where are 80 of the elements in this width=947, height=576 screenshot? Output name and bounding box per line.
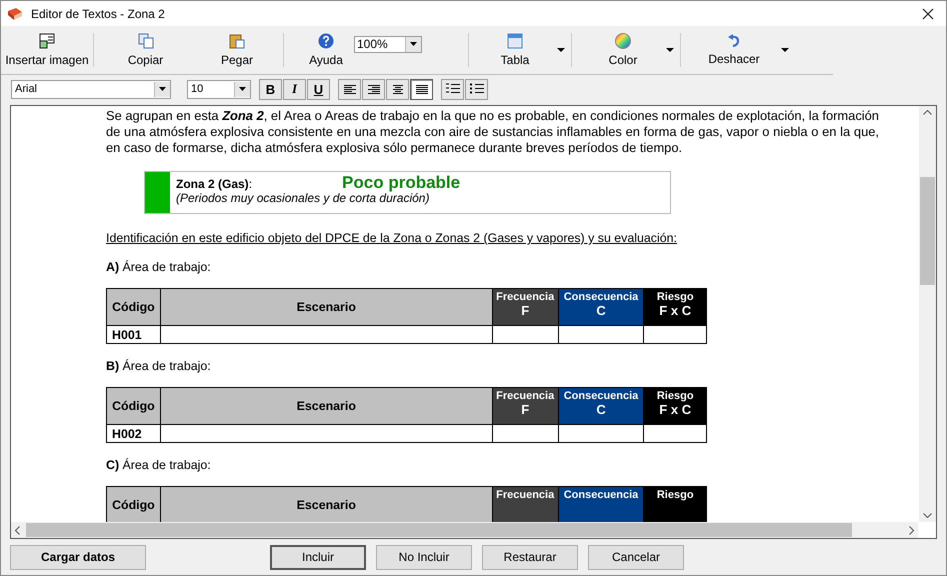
align-center-icon bbox=[392, 84, 404, 94]
format-button[interactable]: I bbox=[283, 78, 306, 100]
close-icon[interactable] bbox=[922, 8, 934, 20]
dropdown-arrow-icon[interactable] bbox=[781, 48, 789, 52]
dropdown-arrow-icon[interactable] bbox=[557, 48, 565, 52]
area-label: B) Área de trabajo: bbox=[106, 359, 212, 373]
font-size-select[interactable]: 10 bbox=[187, 80, 251, 98]
column-header: Frecuencia bbox=[492, 486, 558, 522]
toolbar-button[interactable]: Color bbox=[584, 30, 662, 70]
column-header: Escenario bbox=[160, 486, 492, 522]
zone-note: (Periodos muy ocasionales y de corta duración) bbox=[176, 191, 430, 205]
image-icon bbox=[38, 33, 56, 49]
align-center-button[interactable] bbox=[386, 78, 409, 100]
clipboard-icon bbox=[229, 33, 245, 49]
dropdown-arrow-icon[interactable] bbox=[666, 48, 674, 52]
scroll-thumb[interactable] bbox=[26, 523, 852, 537]
numbered-list-icon bbox=[446, 83, 460, 95]
column-header: Frecuencia F bbox=[492, 388, 558, 424]
window-title: Editor de Textos - Zona 2 bbox=[31, 6, 166, 20]
bulleted-list-button[interactable] bbox=[465, 78, 488, 100]
column-header: Código bbox=[106, 388, 160, 424]
dialog-button[interactable]: Restaurar bbox=[482, 544, 578, 570]
dialog-button[interactable]: Cargar datos bbox=[10, 544, 146, 570]
column-header: Escenario bbox=[160, 388, 492, 424]
dropdown-arrow-icon bbox=[239, 87, 246, 91]
column-header: Riesgo F x C bbox=[644, 288, 706, 326]
column-header: Frecuencia F bbox=[492, 288, 558, 326]
column-header: Código bbox=[106, 288, 160, 326]
align-right-button[interactable] bbox=[362, 78, 385, 100]
scroll-down-icon[interactable] bbox=[923, 513, 932, 518]
format-button[interactable]: B bbox=[259, 78, 282, 100]
copy-icon bbox=[138, 33, 154, 49]
color-wheel-icon bbox=[615, 33, 631, 49]
table-icon bbox=[507, 33, 523, 49]
dropdown-arrow-icon bbox=[159, 87, 166, 91]
align-left-button[interactable] bbox=[338, 78, 361, 100]
probability-label: Poco probable bbox=[342, 175, 460, 191]
toolbar-button[interactable]: Tabla bbox=[477, 30, 553, 70]
dialog-button[interactable]: No Incluir bbox=[376, 544, 472, 570]
table-cell bbox=[492, 326, 558, 344]
table-cell bbox=[644, 326, 706, 344]
align-justify-button[interactable] bbox=[410, 78, 433, 100]
paragraph: Se agrupan en esta Zona 2, el Area o Areas de trabajo en la que no es probable, en condiciones normales de explotación, la formación de una atmósfera explosiva consistente en una mezcla con aire de sustancias inflamables en forma de gas, vapor o niebla o en la que, en caso de formarse, dicha atmósfera explosiva sólo permanece durante breves períodos de tiempo. bbox=[106, 108, 879, 156]
area-label: A) Área de trabajo: bbox=[106, 260, 212, 274]
dialog-button[interactable]: Cancelar bbox=[588, 544, 684, 570]
zone-title: Zona 2 (Gas): bbox=[176, 177, 252, 191]
align-justify-icon bbox=[416, 84, 428, 94]
scroll-left-icon[interactable] bbox=[15, 526, 20, 534]
table-cell: H002 bbox=[106, 424, 160, 442]
table-cell bbox=[644, 424, 706, 442]
column-header: Consecuencia C bbox=[558, 388, 644, 424]
area-label: C) Área de trabajo: bbox=[106, 458, 212, 472]
column-header: Consecuencia bbox=[558, 486, 644, 522]
dialog-button[interactable]: Incluir bbox=[270, 544, 366, 570]
font-select[interactable]: Arial bbox=[11, 80, 171, 98]
toolbar-button[interactable]: Copiar bbox=[98, 30, 193, 70]
zoom-select[interactable]: 100% bbox=[354, 36, 422, 52]
column-header: Riesgo bbox=[644, 486, 706, 522]
vertical-scrollbar[interactable] bbox=[919, 106, 936, 522]
column-header: Escenario bbox=[160, 288, 492, 326]
toolbar-button[interactable]: Insertar imagen bbox=[3, 30, 91, 70]
scroll-thumb[interactable] bbox=[920, 177, 935, 285]
section-heading: Identificación en este edificio objeto del DPCE de la Zona o Zonas 2 (Gases y vapores) y su evaluación: bbox=[106, 231, 678, 245]
align-right-icon bbox=[368, 84, 380, 94]
column-header: Riesgo F x C bbox=[644, 388, 706, 424]
toolbar-button[interactable]: Deshacer bbox=[691, 30, 777, 70]
horizontal-scrollbar[interactable] bbox=[11, 522, 918, 538]
align-left-icon bbox=[344, 84, 356, 94]
scroll-right-icon[interactable] bbox=[909, 526, 914, 534]
column-header: Consecuencia C bbox=[558, 288, 644, 326]
bulleted-list-icon bbox=[470, 83, 484, 95]
undo-icon bbox=[727, 34, 741, 48]
table-cell bbox=[492, 424, 558, 442]
toolbar-button[interactable]: Pegar bbox=[193, 30, 281, 70]
numbered-list-button[interactable] bbox=[441, 78, 464, 100]
table-cell: H001 bbox=[106, 326, 160, 344]
help-icon bbox=[318, 33, 334, 49]
scroll-up-icon[interactable] bbox=[923, 110, 932, 115]
format-button[interactable]: U bbox=[307, 78, 330, 100]
column-header: Código bbox=[106, 486, 160, 522]
